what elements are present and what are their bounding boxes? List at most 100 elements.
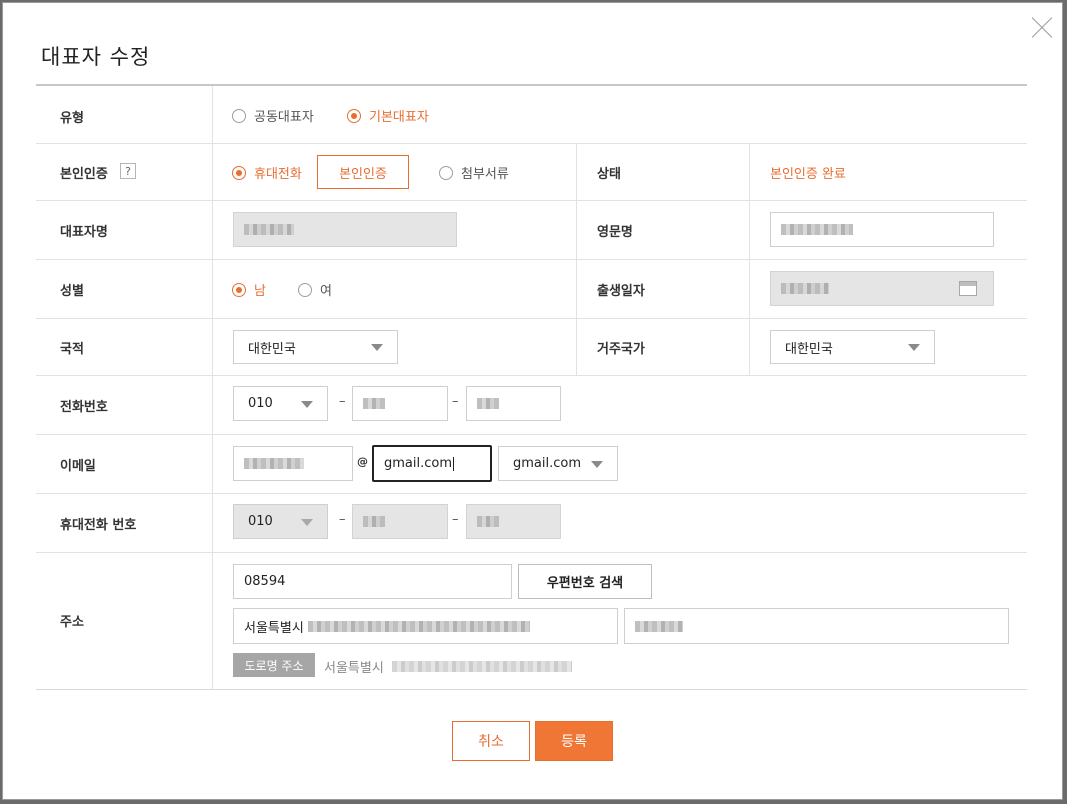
residence-country-select[interactable]: 대한민국 xyxy=(770,330,935,364)
mobile-prefix-select: 010 xyxy=(233,504,328,539)
mobile-last-input xyxy=(466,504,561,539)
radio-label: 첨부서류 xyxy=(461,167,509,182)
birth-date-label: 출생일자 xyxy=(597,284,645,299)
input-value: gmail.com xyxy=(384,456,453,471)
select-value: 010 xyxy=(248,514,273,529)
zipcode-search-button[interactable]: 우편번호 검색 xyxy=(518,564,652,599)
radio-male[interactable]: 남 xyxy=(232,280,266,299)
redacted-text xyxy=(635,620,683,632)
chevron-down-icon xyxy=(371,344,383,351)
row-verification: 본인인증 ? 휴대전화 본인인증 첨부서류 상태 본인인증 완료 xyxy=(36,144,1027,201)
address-detail-input[interactable] xyxy=(624,608,1009,644)
redacted-text xyxy=(477,516,499,527)
row-mobile: 휴대전화 번호 010 – – xyxy=(36,494,1027,553)
divider xyxy=(576,144,577,200)
radio-attached-documents[interactable]: 첨부서류 xyxy=(439,163,509,182)
radio-checked-icon xyxy=(232,165,246,180)
email-label: 이메일 xyxy=(60,459,96,474)
email-domain-input[interactable]: gmail.com xyxy=(372,445,492,482)
select-value: 대한민국 xyxy=(248,341,296,357)
chevron-down-icon xyxy=(301,400,313,408)
redacted-text xyxy=(244,224,294,235)
divider xyxy=(212,376,213,434)
redacted-text xyxy=(244,458,304,469)
divider xyxy=(576,201,577,259)
cancel-button[interactable]: 취소 xyxy=(452,721,530,761)
address-line1-input[interactable]: 서울특별시 xyxy=(233,608,618,644)
row-address: 주소 08594 우편번호 검색 서울특별시 도로명 주소 서울특별시 xyxy=(36,553,1027,690)
birth-date-input[interactable] xyxy=(770,271,994,306)
divider xyxy=(749,260,750,318)
radio-label: 공동대표자 xyxy=(254,110,314,125)
calendar-icon[interactable] xyxy=(959,281,977,296)
name-label: 대표자명 xyxy=(60,225,108,240)
zipcode-input[interactable]: 08594 xyxy=(233,564,512,599)
radio-primary-representative[interactable]: 기본대표자 xyxy=(347,106,429,125)
type-label: 유형 xyxy=(60,111,84,126)
representative-name-input[interactable] xyxy=(233,212,457,247)
divider xyxy=(212,86,213,143)
input-value: 08594 xyxy=(244,574,286,589)
chevron-down-icon xyxy=(591,460,603,468)
help-icon[interactable]: ? xyxy=(120,163,136,179)
email-domain-select[interactable]: gmail.com xyxy=(498,446,618,481)
select-value: 010 xyxy=(248,396,273,411)
divider xyxy=(212,144,213,200)
radio-icon xyxy=(298,282,312,297)
divider xyxy=(749,201,750,259)
status-value: 본인인증 완료 xyxy=(770,167,846,182)
radio-label: 휴대전화 xyxy=(254,167,302,182)
input-value: 서울특별시 xyxy=(244,620,304,636)
phone-last-input[interactable] xyxy=(466,386,561,421)
divider xyxy=(212,319,213,375)
verify-button[interactable]: 본인인증 xyxy=(317,155,409,189)
redacted-text xyxy=(363,516,385,527)
email-id-input[interactable] xyxy=(233,446,353,481)
road-address-prefix: 서울특별시 xyxy=(324,661,384,676)
chevron-down-icon xyxy=(908,344,920,351)
phone-dash: – xyxy=(339,394,346,409)
submit-button[interactable]: 등록 xyxy=(535,721,613,761)
redacted-text xyxy=(307,620,530,632)
verify-label: 본인인증 xyxy=(60,167,108,182)
redacted-text xyxy=(363,398,385,409)
divider xyxy=(749,319,750,375)
divider xyxy=(576,260,577,318)
radio-icon xyxy=(232,108,246,123)
text-cursor xyxy=(453,456,455,471)
radio-icon xyxy=(439,165,453,180)
radio-label: 남 xyxy=(254,284,266,299)
divider xyxy=(212,553,213,689)
at-sign: @ xyxy=(357,455,368,468)
redacted-text xyxy=(781,224,853,235)
close-icon[interactable] xyxy=(1031,17,1053,39)
english-name-label: 영문명 xyxy=(597,225,633,240)
gender-label: 성별 xyxy=(60,284,84,299)
radio-joint-representative[interactable]: 공동대표자 xyxy=(232,106,314,125)
nationality-select[interactable]: 대한민국 xyxy=(233,330,398,364)
radio-female[interactable]: 여 xyxy=(298,280,332,299)
modal-title: 대표자 수정 xyxy=(41,45,151,69)
row-phone: 전화번호 010 – – xyxy=(36,376,1027,435)
address-label: 주소 xyxy=(60,615,84,630)
mobile-dash: – xyxy=(452,512,459,527)
divider xyxy=(212,201,213,259)
mobile-middle-input xyxy=(352,504,448,539)
chevron-down-icon xyxy=(301,518,313,526)
mobile-dash: – xyxy=(339,512,346,527)
radio-mobile-phone[interactable]: 휴대전화 xyxy=(232,163,302,182)
phone-prefix-select[interactable]: 010 xyxy=(233,386,328,421)
divider xyxy=(576,319,577,375)
english-name-input[interactable] xyxy=(770,212,994,247)
divider xyxy=(212,435,213,493)
nationality-label: 국적 xyxy=(60,342,84,357)
radio-checked-icon xyxy=(347,108,361,123)
status-label: 상태 xyxy=(597,167,621,182)
phone-middle-input[interactable] xyxy=(352,386,448,421)
residence-label: 거주국가 xyxy=(597,342,645,357)
row-name: 대표자명 영문명 xyxy=(36,201,1027,260)
divider xyxy=(749,144,750,200)
select-value: gmail.com xyxy=(513,456,582,471)
radio-label: 기본대표자 xyxy=(369,110,429,125)
phone-label: 전화번호 xyxy=(60,400,108,415)
